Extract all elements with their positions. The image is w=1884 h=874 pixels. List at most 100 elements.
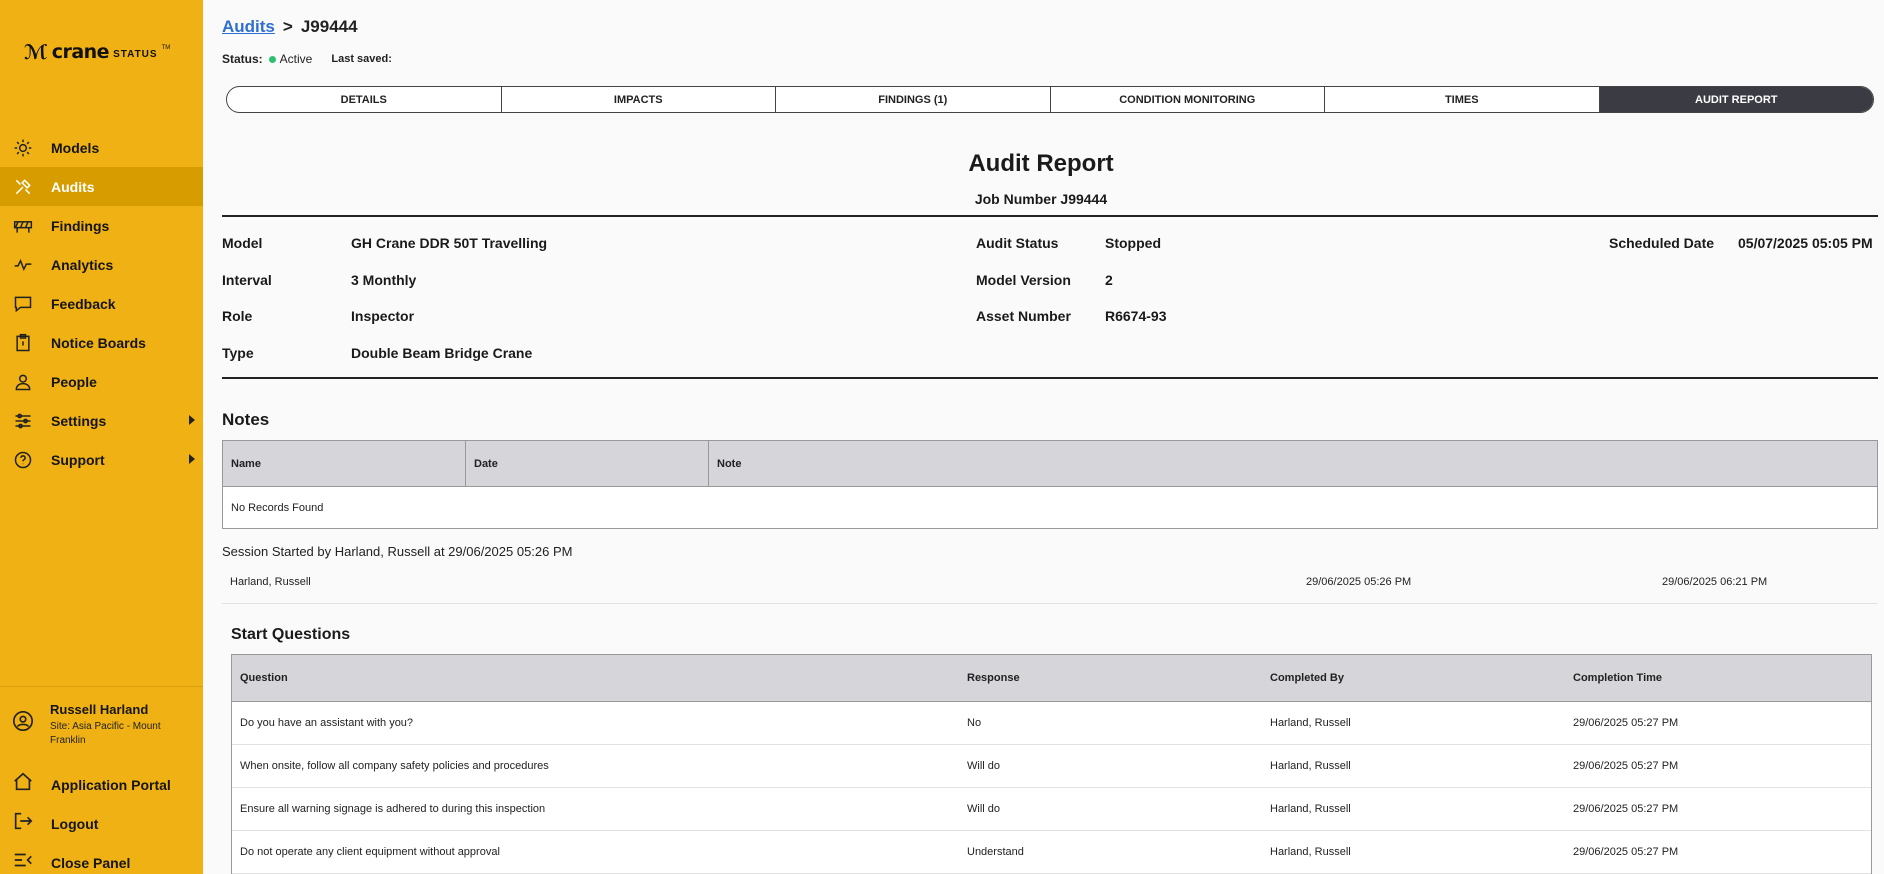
sidebar-item-label: Feedback: [51, 295, 116, 312]
bottom-item-label: Close Panel: [51, 854, 131, 871]
field-label-role: Role: [222, 308, 253, 324]
breadcrumb-current: J99444: [300, 17, 358, 36]
cell-completion-time: 29/06/2025 05:27 PM: [1573, 803, 1679, 815]
sidebar-item-findings[interactable]: Findings: [0, 206, 203, 245]
user-site: Site: Asia Pacific - Mount Franklin: [50, 721, 161, 746]
user-name: Russell Harland: [50, 702, 149, 717]
status-label: Status:: [222, 52, 263, 66]
sidebar-item-analytics[interactable]: Analytics: [0, 245, 203, 284]
sidebar-item-label: Findings: [51, 217, 110, 234]
table-row: Do not operate any client equipment with…: [232, 831, 1871, 874]
sidebar-item-feedback[interactable]: Feedback: [0, 284, 203, 323]
cell-completed-by: Harland, Russell: [1270, 717, 1351, 729]
sidebar-item-models[interactable]: Models: [0, 128, 203, 167]
field-value-model: GH Crane DDR 50T Travelling: [351, 235, 548, 251]
application-portal-link[interactable]: Application Portal: [0, 765, 203, 804]
sidebar-item-notice-boards[interactable]: Notice Boards: [0, 323, 203, 362]
logo-sub: STATUS: [113, 48, 158, 60]
sidebar-item-label: Models: [51, 139, 100, 156]
sidebar-item-label: Support: [51, 451, 105, 468]
notes-heading: Notes: [222, 410, 270, 429]
crane-status-logo[interactable]: ℳ crane STATUS TM: [24, 40, 170, 64]
hook-icon: ℳ: [24, 40, 48, 64]
tab-audit-report[interactable]: AUDIT REPORT: [1599, 87, 1873, 112]
logo-word: crane: [51, 41, 110, 63]
audit-tabs: DETAILS IMPACTS FINDINGS (1) CONDITION M…: [226, 86, 1874, 113]
tab-times[interactable]: TIMES: [1325, 87, 1600, 112]
sidebar-item-label: People: [51, 373, 97, 390]
divider: [222, 215, 1878, 217]
field-label-model: Model: [222, 235, 263, 251]
audit-status: Status: Active Last saved:: [222, 52, 392, 66]
cell-completion-time: 29/06/2025 05:27 PM: [1573, 717, 1679, 729]
notes-table: Name Date Note No Records Found: [222, 440, 1878, 529]
field-value-model-version: 2: [1105, 272, 1113, 288]
divider: [222, 377, 1878, 379]
cell-response: Understand: [967, 846, 1024, 858]
sidebar: ℳ crane STATUS TM Models Audits Findings…: [0, 0, 203, 874]
sidebar-item-label: Audits: [51, 178, 95, 195]
field-label-model-version: Model Version: [976, 272, 1071, 288]
tab-condition-monitoring[interactable]: CONDITION MONITORING: [1051, 87, 1325, 112]
main-content: Audits > J99444 Status: Active Last save…: [203, 0, 1884, 874]
bottom-item-label: Application Portal: [51, 776, 171, 793]
cell-completion-time: 29/06/2025 05:27 PM: [1573, 846, 1679, 858]
sidebar-bottom: Russell Harland Site: Asia Pacific - Mou…: [0, 686, 203, 874]
session-row: Harland, Russell 29/06/2025 05:26 PM 29/…: [222, 570, 1878, 604]
logo-tm: TM: [161, 45, 171, 51]
sidebar-item-people[interactable]: People: [0, 362, 203, 401]
logout-link[interactable]: Logout: [0, 804, 203, 843]
chat-icon: [12, 293, 34, 315]
field-value-asset-number: R6674-93: [1105, 308, 1167, 324]
cell-completed-by: Harland, Russell: [1270, 760, 1351, 772]
collapse-icon: [12, 849, 34, 874]
cell-completion-time: 29/06/2025 05:27 PM: [1573, 760, 1679, 772]
cell-question: Do not operate any client equipment with…: [240, 846, 500, 858]
report-title: Audit Report: [968, 150, 1114, 177]
sliders-icon: [12, 410, 34, 432]
sidebar-item-label: Analytics: [51, 256, 114, 273]
sidebar-item-label: Settings: [51, 412, 107, 429]
chevron-right-icon: [189, 415, 195, 425]
cell-completed-by: Harland, Russell: [1270, 846, 1351, 858]
field-value-type: Double Beam Bridge Crane: [351, 345, 533, 361]
column-header-completed-by[interactable]: Completed By: [1262, 655, 1565, 701]
gear-icon: [12, 137, 34, 159]
breadcrumb-separator: >: [282, 17, 293, 36]
table-row: When onsite, follow all company safety p…: [232, 745, 1871, 788]
field-label-type: Type: [222, 345, 254, 361]
session-end: 29/06/2025 06:21 PM: [1662, 576, 1768, 588]
field-label-scheduled-date: Scheduled Date: [1609, 235, 1715, 251]
tab-impacts[interactable]: IMPACTS: [502, 87, 776, 112]
column-header-name[interactable]: Name: [223, 441, 466, 486]
column-header-response[interactable]: Response: [959, 655, 1262, 701]
session-summary: Session Started by Harland, Russell at 2…: [222, 544, 573, 559]
empty-state: No Records Found: [231, 502, 324, 514]
column-header-date[interactable]: Date: [466, 441, 709, 486]
field-value-interval: 3 Monthly: [351, 272, 417, 288]
sidebar-item-settings[interactable]: Settings: [0, 401, 203, 440]
cell-response: No: [967, 717, 982, 729]
start-questions-heading: Start Questions: [231, 626, 351, 643]
breadcrumb-audits-link[interactable]: Audits: [222, 17, 275, 37]
tab-details[interactable]: DETAILS: [227, 87, 502, 112]
field-label-audit-status: Audit Status: [976, 235, 1059, 251]
column-header-note[interactable]: Note: [709, 441, 1877, 486]
cell-response: Will do: [967, 803, 1001, 815]
job-number: Job Number J99444: [974, 191, 1108, 207]
column-header-question[interactable]: Question: [232, 655, 959, 701]
sidebar-item-support[interactable]: Support: [0, 440, 203, 479]
user-profile[interactable]: Russell Harland Site: Asia Pacific - Mou…: [0, 687, 203, 765]
session-start: 29/06/2025 05:26 PM: [1306, 576, 1412, 588]
cell-completed-by: Harland, Russell: [1270, 803, 1351, 815]
avatar-icon: [12, 702, 34, 765]
column-header-completion-time[interactable]: Completion Time: [1565, 655, 1871, 701]
pulse-icon: [12, 254, 34, 276]
tab-findings[interactable]: FINDINGS (1): [776, 87, 1051, 112]
breadcrumb: Audits > J99444: [222, 17, 358, 37]
close-panel-button[interactable]: Close Panel: [0, 843, 203, 874]
table-header: Name Date Note: [223, 441, 1877, 487]
field-label-asset-number: Asset Number: [976, 308, 1071, 324]
field-label-interval: Interval: [222, 272, 272, 288]
sidebar-item-audits[interactable]: Audits: [0, 167, 203, 206]
